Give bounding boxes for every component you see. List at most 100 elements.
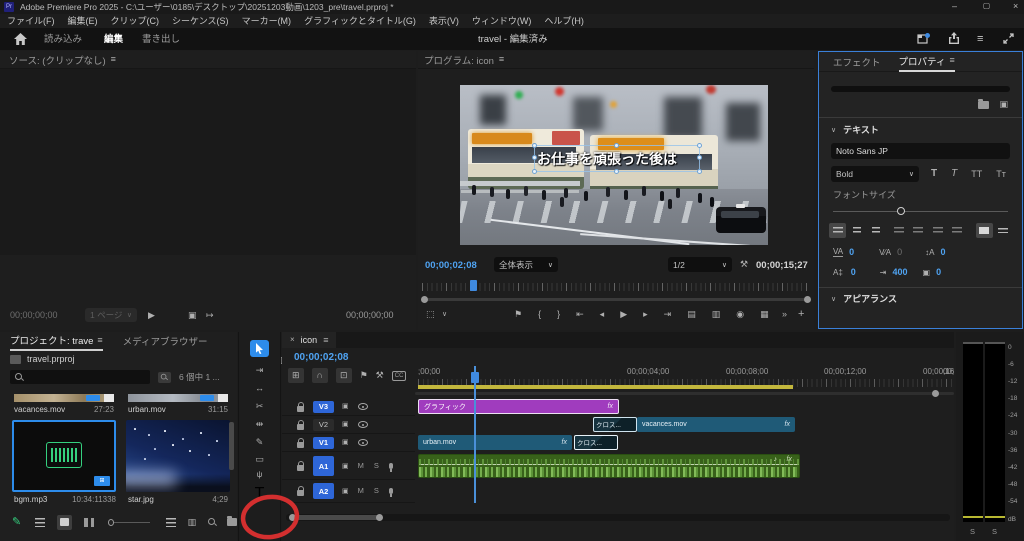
timeline-tab-label[interactable]: icon	[301, 335, 318, 345]
source-panel-menu-icon[interactable]: ≡	[111, 55, 116, 64]
program-zoom-select[interactable]: 全体表示 ∨	[494, 257, 558, 272]
a2-voiceover-mic-icon[interactable]	[388, 488, 393, 497]
properties-track-bar[interactable]	[831, 86, 1010, 92]
minimize-button[interactable]: –	[952, 2, 957, 11]
nest-toggle-icon[interactable]: ⊞	[288, 368, 304, 383]
program-marker-icon[interactable]: ⚑	[514, 310, 522, 319]
program-add-icon[interactable]: +	[798, 309, 804, 320]
clip-cross-dissolve-v2[interactable]: クロス...	[593, 417, 637, 432]
clip-vacances[interactable]: vacances.mov fx	[637, 417, 795, 432]
track-header-v1[interactable]: V1 ▣	[282, 434, 415, 452]
project-search-input[interactable]	[10, 370, 150, 384]
track-select-tool[interactable]: ⇥	[239, 366, 280, 375]
a1-mute-button[interactable]: M	[358, 462, 364, 470]
fullscreen-icon[interactable]	[1003, 33, 1014, 44]
thumb-urban-cut[interactable]	[128, 394, 228, 402]
program-goto-out-icon[interactable]: ⇥	[664, 310, 672, 319]
a2-solo-button[interactable]: S	[374, 487, 379, 495]
small-caps-button[interactable]: Tт	[996, 169, 1006, 179]
project-panel-menu-icon[interactable]: ≡	[97, 335, 102, 345]
leading-value[interactable]: 0	[940, 248, 945, 257]
timeline-h-scrollbar-thumb[interactable]	[289, 514, 383, 521]
tab-project[interactable]: プロジェクト: trave	[10, 333, 93, 347]
tab-import[interactable]: 読み込み	[44, 35, 82, 45]
a2-source-patch-icon[interactable]: ▣	[342, 488, 349, 495]
snap-magnet-icon[interactable]: ∩	[311, 368, 329, 383]
program-safemargin-chevron-icon[interactable]: ∨	[442, 311, 447, 318]
thumb-vacances-cut[interactable]	[14, 394, 114, 402]
source-split-icon[interactable]: ▣	[188, 311, 197, 320]
fontsize-slider-knob[interactable]	[897, 207, 905, 215]
clip-urban[interactable]: urban.mov fx	[418, 435, 572, 450]
tab-media-browser[interactable]: メディアブラウザー	[123, 334, 208, 348]
justify-last-right-button[interactable]	[929, 223, 946, 238]
font-style-select[interactable]: Bold ∨	[831, 166, 919, 182]
menu-graphics[interactable]: グラフィックとタイトル(G)	[304, 16, 416, 26]
v3-visibility-icon[interactable]	[357, 403, 368, 410]
all-caps-button[interactable]: TT	[971, 169, 982, 179]
program-playhead[interactable]	[470, 280, 477, 291]
menu-window[interactable]: ウィンドウ(W)	[472, 16, 532, 26]
tracking-value[interactable]: 0	[849, 248, 879, 257]
properties-folder-icon[interactable]	[978, 98, 990, 109]
timeline-zoom-scrollbar[interactable]	[415, 390, 954, 397]
timeline-tab[interactable]: × icon ≡	[282, 332, 337, 348]
source-outpoint-icon[interactable]: ↦	[206, 311, 214, 320]
program-settings-wrench-icon[interactable]: ⚒	[740, 260, 748, 269]
track-header-a2[interactable]: A2 ▣ M S	[282, 480, 415, 503]
timeline-playhead-line[interactable]	[474, 366, 476, 503]
item-name-star[interactable]: star.jpg	[128, 496, 154, 504]
program-export-frame-icon[interactable]: ◉	[736, 310, 744, 319]
menu-edit[interactable]: 編集(E)	[68, 16, 98, 26]
faux-bold-button[interactable]: T	[931, 169, 937, 179]
line-width-value[interactable]: 400	[893, 268, 923, 277]
selection-tool-button[interactable]	[250, 340, 269, 357]
a1-track-badge[interactable]: A1	[313, 456, 334, 476]
track-header-a1[interactable]: A1 ▣ M S	[282, 453, 415, 480]
item-name-urban[interactable]: urban.mov	[128, 406, 166, 414]
new-bin-icon[interactable]	[227, 516, 237, 526]
program-inpoint-icon[interactable]: {	[538, 310, 541, 319]
program-goto-in-icon[interactable]: ⇤	[576, 310, 584, 319]
program-compare-icon[interactable]: ▦	[760, 310, 769, 319]
timeline-timecode[interactable]: 00;00;02;08	[294, 353, 348, 363]
program-timecode[interactable]: 00;00;02;08	[425, 261, 477, 271]
text-section-chevron-icon[interactable]: ∨	[831, 127, 836, 134]
linked-selection-icon[interactable]: ⊡	[336, 368, 352, 383]
captions-cc-icon[interactable]: CC	[391, 370, 407, 381]
menu-clip[interactable]: クリップ(C)	[111, 16, 160, 26]
clip-cross-dissolve-v1[interactable]: クロス...	[574, 435, 618, 450]
v1-visibility-icon[interactable]	[357, 439, 368, 446]
program-extract-icon[interactable]: ▥	[712, 310, 721, 319]
maximize-button[interactable]: ▢	[983, 2, 990, 10]
v3-track-badge[interactable]: V3	[313, 400, 334, 413]
meter-solo-left[interactable]: S	[970, 528, 975, 536]
program-play-icon[interactable]: ▶	[620, 310, 627, 319]
freeform-view-icon[interactable]	[84, 517, 94, 527]
menu-view[interactable]: 表示(V)	[429, 16, 459, 26]
project-scrollbar[interactable]	[229, 422, 234, 470]
timeline-playhead-cap[interactable]	[471, 372, 479, 383]
align-right-button[interactable]	[867, 223, 884, 238]
baseline-value[interactable]: 0	[851, 268, 880, 277]
program-scrollbar[interactable]	[421, 296, 811, 303]
home-icon[interactable]	[14, 33, 27, 45]
track-header-v3[interactable]: V3 ▣	[282, 398, 415, 416]
project-find-icon[interactable]	[208, 518, 216, 526]
properties-panel-menu-icon[interactable]: ≡	[949, 56, 954, 65]
slip-tool[interactable]: ⇹	[239, 420, 280, 429]
program-more-icon[interactable]: »	[782, 310, 787, 319]
a1-lock-icon[interactable]	[297, 461, 304, 471]
text-section-title[interactable]: テキスト	[843, 126, 879, 135]
a1-voiceover-mic-icon[interactable]	[388, 463, 393, 472]
text-box-auto-button[interactable]	[995, 223, 1012, 238]
sort-icon[interactable]	[165, 517, 176, 527]
a1-solo-button[interactable]: S	[374, 462, 379, 470]
type-tool[interactable]: T	[239, 485, 280, 503]
program-lift-icon[interactable]: ▤	[687, 310, 696, 319]
program-safemargin-icon[interactable]: ⬚	[426, 310, 435, 319]
find-in-bin-icon[interactable]	[158, 371, 171, 383]
v1-source-patch-icon[interactable]: ▣	[342, 439, 349, 446]
hand-tool[interactable]: ψ	[239, 471, 280, 479]
program-panel-menu-icon[interactable]: ≡	[499, 55, 504, 64]
